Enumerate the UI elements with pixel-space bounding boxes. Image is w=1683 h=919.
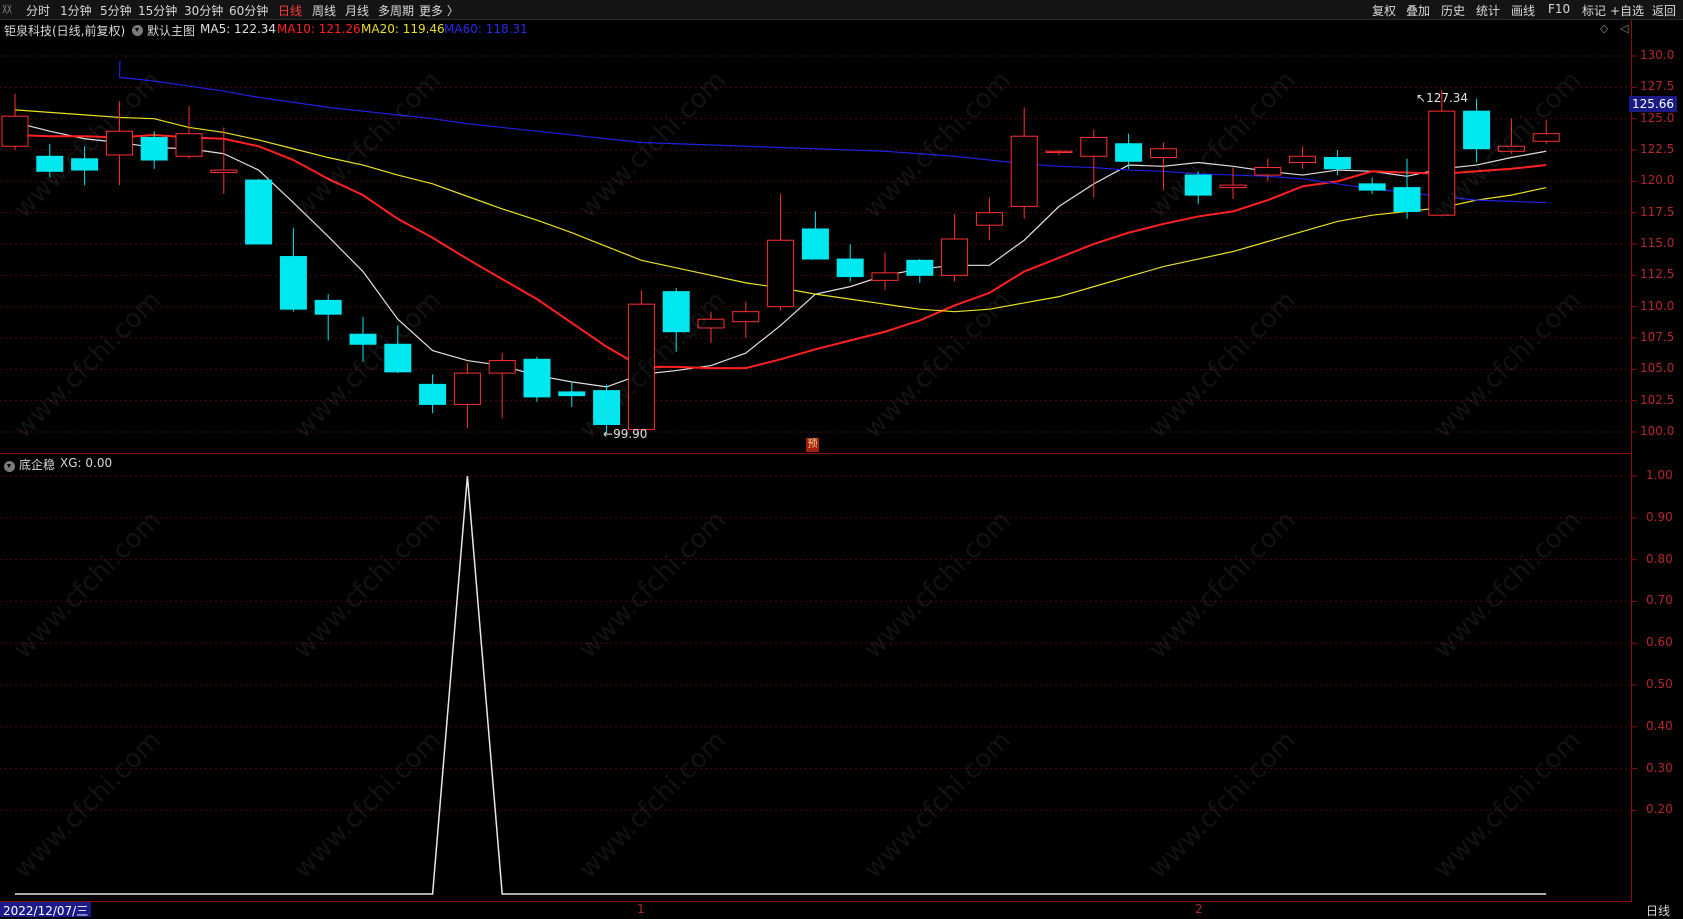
candle-body bbox=[419, 383, 447, 405]
candle-body bbox=[836, 258, 864, 278]
candle-body bbox=[279, 256, 307, 310]
price-tick-label: 120.0 bbox=[1640, 173, 1675, 188]
candle-body bbox=[801, 228, 829, 260]
indicator-tick-label: 0.60 bbox=[1646, 635, 1673, 650]
price-tick-label: 110.0 bbox=[1640, 298, 1675, 313]
candle-body bbox=[384, 343, 412, 373]
date-cursor: 2022/12/07/三 bbox=[0, 902, 92, 918]
candle-body bbox=[1149, 148, 1177, 159]
candle-body bbox=[1219, 184, 1247, 189]
candle-body bbox=[732, 311, 760, 323]
candle-body bbox=[871, 272, 899, 281]
candle-body bbox=[140, 136, 168, 161]
candle-body bbox=[697, 318, 725, 329]
candle-body bbox=[1045, 150, 1073, 154]
price-tick-label: 105.0 bbox=[1640, 361, 1675, 376]
high-price-label: ↖127.34 bbox=[1416, 91, 1469, 105]
candle-body bbox=[314, 299, 342, 315]
candle-body bbox=[1323, 157, 1351, 170]
indicator-value: XG: 0.00 bbox=[60, 456, 113, 470]
indicator-dropdown-icon[interactable] bbox=[4, 461, 15, 472]
candle-body bbox=[941, 238, 969, 276]
candle-body bbox=[210, 169, 238, 174]
candle-body bbox=[349, 333, 377, 345]
current-price-tag: 125.66 bbox=[1629, 96, 1677, 112]
month-tick-2: 2 bbox=[1195, 902, 1203, 916]
indicator-tick-label: 0.70 bbox=[1646, 593, 1673, 608]
candle-body bbox=[975, 212, 1003, 226]
candle-body bbox=[662, 291, 690, 333]
price-tick-label: 100.0 bbox=[1640, 424, 1675, 438]
price-tick-label: 122.5 bbox=[1640, 142, 1675, 156]
candle-body bbox=[453, 372, 481, 405]
price-tick-label: 130.0 bbox=[1640, 48, 1675, 62]
candle-body bbox=[1254, 167, 1282, 176]
indicator-tick-label: 0.80 bbox=[1646, 551, 1673, 566]
candle-body bbox=[1289, 155, 1317, 164]
price-tick-label: 102.5 bbox=[1640, 392, 1675, 407]
low-price-value: 99.90 bbox=[613, 427, 648, 441]
candle-body bbox=[593, 390, 621, 425]
indicator-tick-label: 0.90 bbox=[1646, 509, 1673, 524]
candle-body bbox=[558, 391, 586, 397]
candle-body bbox=[627, 303, 655, 430]
candle-body bbox=[1428, 110, 1456, 216]
period-status[interactable]: 日线 bbox=[1646, 902, 1670, 919]
candle-body bbox=[1358, 183, 1386, 191]
candle-body bbox=[1463, 110, 1491, 150]
indicator-tick-label: 0.20 bbox=[1646, 802, 1673, 817]
price-tick-label: 125.0 bbox=[1640, 110, 1675, 125]
candle-body bbox=[1010, 135, 1038, 207]
candlestick-chart[interactable] bbox=[0, 0, 1683, 917]
candle-body bbox=[175, 133, 203, 157]
indicator-tick-label: 0.40 bbox=[1646, 718, 1673, 733]
candle-body bbox=[71, 158, 99, 171]
candle-body bbox=[906, 259, 934, 276]
month-tick-1: 1 bbox=[637, 902, 645, 916]
candle-body bbox=[105, 130, 133, 156]
low-price-label: ←99.90 bbox=[603, 427, 648, 441]
candle-body bbox=[1532, 133, 1560, 142]
price-tick-label: 115.0 bbox=[1640, 236, 1675, 250]
indicator-tick-label: 0.50 bbox=[1646, 677, 1673, 691]
price-tick-label: 112.5 bbox=[1640, 267, 1675, 282]
price-tick-label: 117.5 bbox=[1640, 204, 1675, 219]
candle-body bbox=[488, 360, 516, 374]
high-price-value: 127.34 bbox=[1426, 91, 1469, 105]
indicator-name[interactable]: 底企稳 bbox=[19, 456, 55, 473]
candle-body bbox=[767, 239, 795, 308]
indicator-tick-label: 1.00 bbox=[1646, 468, 1673, 482]
candle-body bbox=[1, 115, 29, 147]
indicator-tick-label: 0.30 bbox=[1646, 760, 1673, 775]
candle-body bbox=[1393, 187, 1421, 212]
candle-body bbox=[1115, 143, 1143, 162]
candle-body bbox=[36, 155, 64, 172]
price-tick-label: 127.5 bbox=[1640, 79, 1675, 94]
candle-body bbox=[1497, 145, 1525, 152]
candle-body bbox=[1184, 174, 1212, 196]
price-tick-label: 107.5 bbox=[1640, 330, 1675, 344]
candle-body bbox=[1080, 136, 1108, 157]
candle-body bbox=[245, 179, 273, 245]
candle-body bbox=[523, 358, 551, 398]
forecast-marker[interactable]: 预 bbox=[806, 438, 819, 452]
